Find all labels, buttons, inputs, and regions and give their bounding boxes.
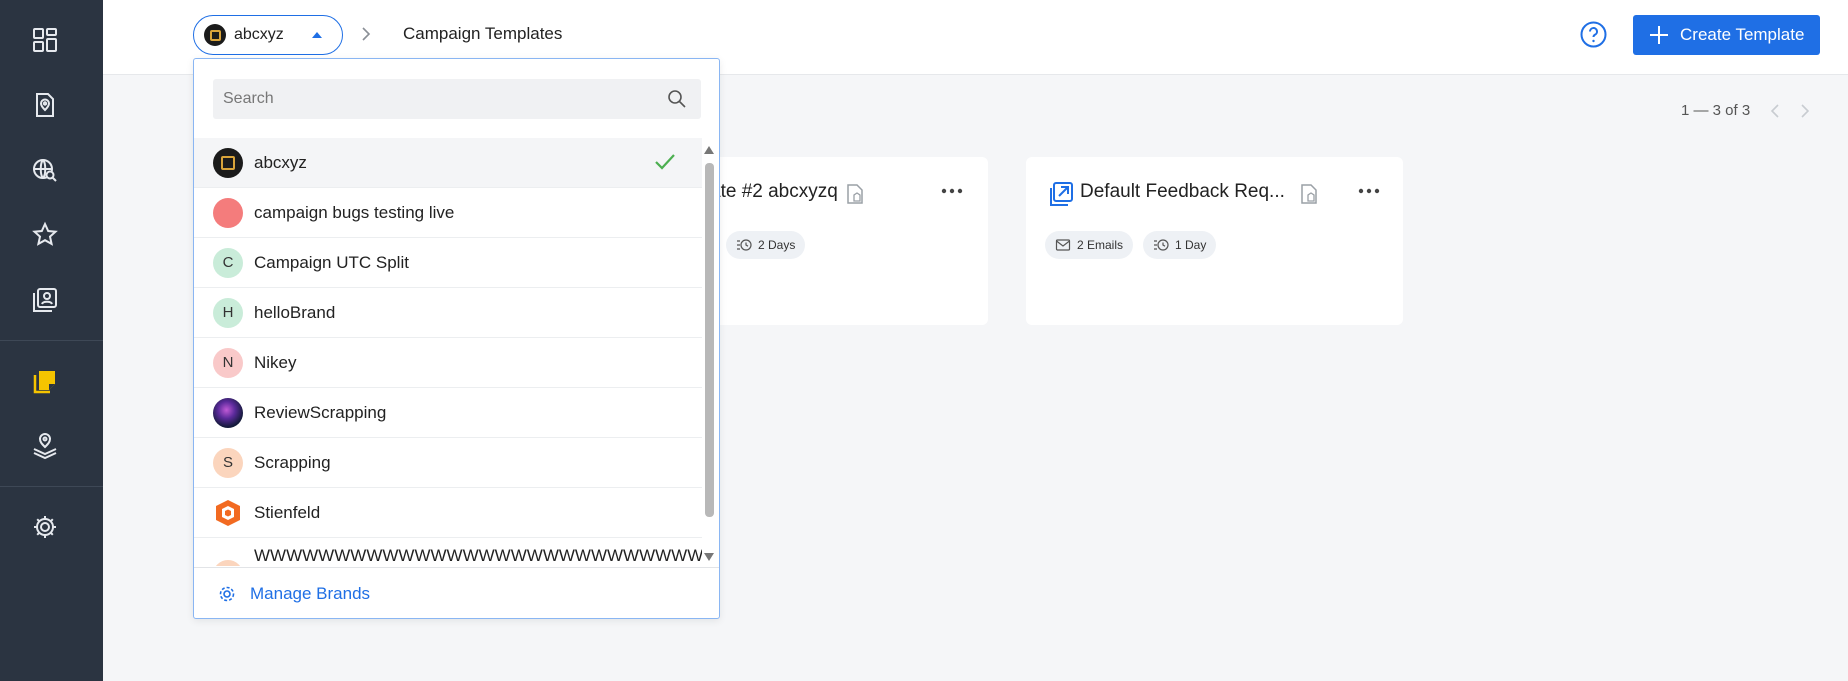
brand-logo-icon [213, 147, 243, 178]
settings-gear-icon [219, 586, 235, 602]
brand-option[interactable]: Stienfeld [194, 488, 702, 538]
scrollbar-thumb[interactable] [705, 163, 714, 517]
document-brand-icon [1301, 184, 1317, 204]
brand-option[interactable]: abcxyz [194, 138, 702, 188]
email-count-chip: 2 Emails [1045, 231, 1134, 259]
brand-option-label: campaign bugs testing live [254, 202, 455, 222]
brand-logo-icon [213, 498, 243, 528]
mail-icon [1055, 239, 1071, 251]
more-options-icon[interactable] [941, 187, 963, 195]
scroll-up-arrow-icon[interactable] [704, 146, 714, 154]
clock-list-icon [737, 239, 752, 251]
duration-chip-label: 1 Day [1175, 238, 1207, 252]
brand-option-label: Scrapping [254, 452, 331, 472]
pagination-range: 1 — 3 of 3 [1681, 102, 1751, 119]
brand-option-label: Campaign UTC Split [254, 252, 409, 272]
clock-list-icon [1154, 239, 1169, 251]
sidebar-divider [0, 340, 103, 341]
brand-search-box [213, 79, 701, 119]
next-page-icon[interactable] [1800, 103, 1810, 119]
brand-option-label: abcxyz [254, 152, 307, 172]
brand-selector-value: abcxyz [234, 26, 284, 43]
dashboard-grid-icon[interactable] [31, 26, 59, 54]
brand-selector[interactable]: abcxyz [193, 15, 343, 55]
sidebar-divider [0, 486, 103, 487]
previous-page-icon[interactable] [1770, 103, 1780, 119]
help-circle-icon[interactable] [1580, 21, 1607, 48]
caret-up-icon [312, 32, 322, 38]
campaign-notes-icon[interactable] [31, 367, 59, 395]
create-template-label: Create Template [1680, 25, 1805, 44]
duration-chip: 1 Day [1143, 231, 1217, 259]
brand-image-avatar [213, 397, 243, 428]
brand-option-label: Nikey [254, 352, 297, 372]
star-icon[interactable] [31, 221, 59, 249]
brand-option[interactable]: C Campaign UTC Split [194, 238, 702, 288]
template-card-title: ate #2 abcxyzq [710, 181, 838, 202]
brand-avatar: N [213, 347, 243, 378]
scroll-down-arrow-icon[interactable] [704, 553, 714, 561]
plus-icon [1650, 26, 1668, 44]
brand-avatar: C [213, 247, 243, 278]
brand-avatar [213, 197, 243, 228]
brand-logo-icon [204, 24, 226, 46]
brand-option-label: WWWWWWWWWWWWWWWWWWWWWWWWWWWWWWW [254, 546, 702, 565]
globe-search-icon[interactable] [31, 156, 59, 184]
document-brand-icon [847, 184, 863, 204]
brand-avatar: W [213, 560, 243, 566]
brand-option-label: ReviewScrapping [254, 402, 387, 422]
email-count-label: 2 Emails [1077, 238, 1124, 252]
brand-avatar: H [213, 297, 243, 328]
brand-avatar: S [213, 447, 243, 478]
brand-option-label: Stienfeld [254, 502, 321, 522]
manage-brands-label: Manage Brands [250, 584, 371, 603]
brand-option[interactable]: S Scrapping [194, 438, 702, 488]
template-card-title: Default Feedback Req... [1080, 181, 1285, 202]
sidebar [0, 0, 103, 681]
brand-option[interactable]: W WWWWWWWWWWWWWWWWWWWWWWWWWWWWWWW [194, 538, 702, 566]
brand-option-label: helloBrand [254, 302, 336, 322]
duration-chip: 2 Days [726, 231, 806, 259]
contact-book-icon[interactable] [31, 286, 59, 314]
more-options-icon[interactable] [1358, 187, 1380, 195]
campaign-send-icon [1050, 182, 1073, 206]
layers-location-icon[interactable] [31, 432, 59, 460]
duration-chip-label: 2 Days [758, 238, 796, 252]
breadcrumb-current: Campaign Templates [403, 24, 563, 43]
brand-option[interactable]: ReviewScrapping [194, 388, 702, 438]
search-icon[interactable] [667, 89, 687, 109]
create-template-button[interactable]: Create Template [1633, 15, 1820, 55]
chevron-right-icon [362, 27, 371, 41]
manage-brands-button[interactable]: Manage Brands [194, 567, 719, 618]
brand-option[interactable]: N Nikey [194, 338, 702, 388]
template-card[interactable]: Default Feedback Req... 2 Emails 1 Day [1026, 157, 1403, 325]
brand-option[interactable]: campaign bugs testing live [194, 188, 702, 238]
brand-dropdown: abcxyz campaign bugs testing live C Camp… [193, 58, 720, 619]
check-icon [655, 154, 675, 170]
settings-gear-icon[interactable] [31, 513, 59, 541]
brand-option[interactable]: H helloBrand [194, 288, 702, 338]
brand-list: abcxyz campaign bugs testing live C Camp… [194, 138, 702, 566]
location-document-icon[interactable] [31, 91, 59, 119]
brand-search-input[interactable] [213, 79, 653, 119]
